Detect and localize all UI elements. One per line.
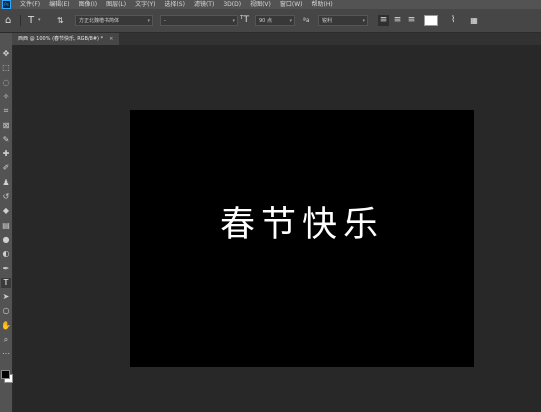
hand-tool-icon[interactable]: ✋ — [1, 321, 11, 331]
document-tab[interactable]: 西西 @ 100% (春节快乐, RGB/8#) * × — [12, 33, 120, 45]
menu-image[interactable]: 图像(I) — [79, 0, 97, 9]
menu-3d[interactable]: 3D(D) — [223, 0, 241, 9]
chevron-down-icon: ▾ — [147, 18, 150, 24]
history-brush-tool-icon[interactable]: ↺ — [1, 192, 11, 202]
menu-filter[interactable]: 滤镜(T) — [194, 0, 214, 9]
gradient-tool-icon[interactable]: ▤ — [1, 221, 11, 231]
eyedropper-tool-icon[interactable]: ✎ — [1, 135, 11, 145]
tool-preset-caret-icon[interactable]: ▾ — [38, 15, 41, 26]
align-left-icon[interactable]: ≡ — [378, 15, 389, 26]
chevron-down-icon: ▾ — [232, 18, 235, 24]
font-family-dropdown[interactable]: 方正北魏楷书简体 ▾ — [75, 15, 153, 26]
blur-tool-icon[interactable]: ● — [1, 235, 11, 245]
tools-panel: ✥ ⬚ ◌ ✧ ⌗ ⊠ ✎ ✚ ✐ ♟ ↺ ◆ ▤ ● ◐ ✒ T ➤ ○ ✋ ⌕ ⋯ — [0, 33, 13, 412]
document-tab-label: 西西 @ 100% (春节快乐, RGB/8#) * — [18, 36, 104, 42]
menu-view[interactable]: 视图(V) — [250, 0, 271, 9]
font-style-value: - — [164, 18, 166, 24]
type-tool-icon[interactable]: T — [1, 277, 11, 288]
font-size-value: 90 点 — [259, 18, 272, 24]
align-center-icon[interactable]: ≡ — [392, 15, 403, 26]
antialias-dropdown[interactable]: 锐利 ▾ — [318, 15, 368, 26]
menu-edit[interactable]: 编辑(E) — [49, 0, 69, 9]
chevron-down-icon: ▾ — [289, 18, 292, 24]
menu-type[interactable]: 文字(Y) — [135, 0, 155, 9]
move-tool-icon[interactable]: ✥ — [1, 49, 11, 59]
dodge-tool-icon[interactable]: ◐ — [1, 249, 11, 259]
menu-bar: Ps 文件(F) 编辑(E) 图像(I) 图层(L) 文字(Y) 选择(S) 滤… — [0, 0, 541, 9]
chevron-down-icon: ▾ — [362, 18, 365, 24]
brush-tool-icon[interactable]: ✐ — [1, 163, 11, 173]
shape-tool-icon[interactable]: ○ — [1, 306, 11, 316]
healing-brush-tool-icon[interactable]: ✚ — [1, 149, 11, 159]
text-color-swatch[interactable] — [424, 15, 438, 26]
menu-file[interactable]: 文件(F) — [20, 0, 40, 9]
home-icon[interactable]: ⌂ — [5, 15, 11, 26]
menu-select[interactable]: 选择(S) — [164, 0, 185, 9]
warp-text-icon[interactable]: ⌇ — [451, 15, 455, 26]
close-icon[interactable]: × — [109, 36, 113, 42]
text-orientation-icon[interactable]: ⇅ — [57, 15, 64, 26]
antialias-value: 锐利 — [322, 18, 333, 24]
document-tab-bar: 西西 @ 100% (春节快乐, RGB/8#) * × — [12, 33, 541, 45]
text-tool-icon[interactable]: T — [28, 15, 34, 26]
photoshop-logo-icon: Ps — [2, 0, 11, 9]
menu-help[interactable]: 帮助(H) — [312, 0, 333, 9]
document-canvas[interactable]: 春节快乐 — [130, 110, 474, 367]
options-bar: ⌂ T ▾ ⇅ 方正北魏楷书简体 ▾ - ▾ ᵀT 90 点 ▾ ªa 锐利 ▾… — [0, 9, 541, 33]
path-selection-tool-icon[interactable]: ➤ — [1, 292, 11, 302]
canvas-text-layer[interactable]: 春节快乐 — [130, 205, 474, 245]
magic-wand-tool-icon[interactable]: ✧ — [1, 92, 11, 102]
font-size-icon: ᵀT — [240, 15, 249, 25]
font-style-dropdown[interactable]: - ▾ — [160, 15, 238, 26]
menu-window[interactable]: 窗口(W) — [280, 0, 303, 9]
font-family-value: 方正北魏楷书简体 — [79, 18, 120, 24]
font-size-dropdown[interactable]: 90 点 ▾ — [255, 15, 295, 26]
frame-tool-icon[interactable]: ⊠ — [1, 121, 11, 131]
marquee-tool-icon[interactable]: ⬚ — [1, 63, 11, 73]
zoom-tool-icon[interactable]: ⌕ — [1, 335, 11, 345]
foreground-color-swatch[interactable] — [1, 370, 10, 379]
more-tools-icon[interactable]: ⋯ — [1, 349, 11, 359]
crop-tool-icon[interactable]: ⌗ — [1, 106, 11, 116]
eraser-tool-icon[interactable]: ◆ — [1, 206, 11, 216]
character-panel-icon[interactable]: ▦ — [469, 15, 479, 26]
align-right-icon[interactable]: ≡ — [406, 15, 417, 26]
pen-tool-icon[interactable]: ✒ — [1, 264, 11, 274]
clone-stamp-tool-icon[interactable]: ♟ — [1, 178, 11, 188]
menu-layer[interactable]: 图层(L) — [106, 0, 126, 9]
divider — [20, 15, 21, 26]
antialias-icon: ªa — [303, 17, 310, 24]
lasso-tool-icon[interactable]: ◌ — [1, 78, 11, 88]
